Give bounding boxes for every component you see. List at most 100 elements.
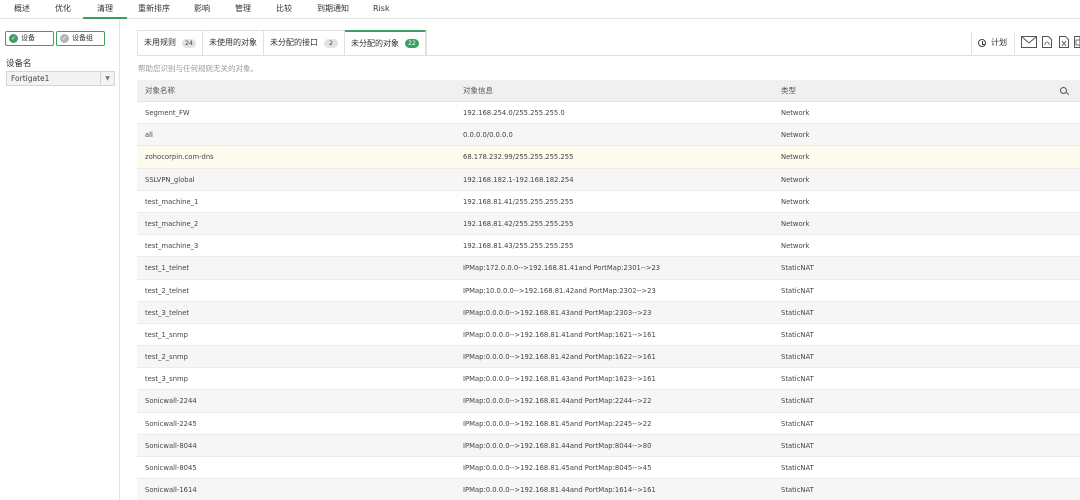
cell-object-name: Sonicwall-2245 — [145, 419, 197, 428]
cell-type: Network — [781, 175, 810, 184]
column-header-object-info[interactable]: 对象信息 — [463, 80, 493, 102]
chevron-down-icon: ▼ — [100, 72, 114, 85]
cell-type: Network — [781, 219, 810, 228]
table-row[interactable]: Sonicwall-8045 IPMap:0.0.0.0-->192.168.81… — [137, 457, 1080, 480]
cell-object-info: 68.178.232.99/255.255.255.255 — [463, 153, 574, 162]
nav-tab-cleanup[interactable]: 清理 — [83, 0, 127, 19]
cell-type: StaticNAT — [781, 419, 814, 428]
table-row[interactable]: Sonicwall-2245 IPMap:0.0.0.0-->192.168.81… — [137, 413, 1080, 435]
table-row[interactable]: test_2_snmp IPMap:0.0.0.0-->192.168.81.42… — [137, 346, 1080, 369]
table-row[interactable]: Segment_FW 192.168.254.0/255.255.255.0 Net… — [137, 102, 1080, 125]
table-row[interactable]: test_machine_3 192.168.81.43/255.255.255.… — [137, 235, 1080, 258]
nav-tab-optimize[interactable]: 优化 — [41, 0, 85, 19]
cell-object-info: IPMap:0.0.0.0-->192.168.81.45and PortMap… — [463, 419, 652, 428]
nav-tab-risk[interactable]: Risk — [359, 0, 404, 19]
tab-label: 未使用的对象 — [209, 38, 257, 47]
help-hint: 帮助您识别与任何规则无关的对象。 — [138, 64, 258, 73]
cell-type: Network — [781, 197, 810, 206]
schedule-button[interactable]: 计划 — [978, 37, 1007, 48]
cell-object-name: test_machine_3 — [145, 242, 199, 251]
cell-type: StaticNAT — [781, 308, 814, 317]
toolbar-divider — [971, 32, 972, 54]
cell-object-info: 192.168.254.0/255.255.255.0 — [463, 109, 565, 117]
cell-type: StaticNAT — [781, 330, 814, 339]
table-row[interactable]: test_machine_2 192.168.81.42/255.255.255.… — [137, 212, 1080, 236]
tab-label: 未用规则 — [144, 38, 176, 47]
cell-object-info: IPMap:0.0.0.0-->192.168.81.43and PortMap… — [463, 308, 652, 317]
table-row[interactable]: test_3_telnet IPMap:0.0.0.0-->192.168.81.… — [137, 301, 1080, 324]
table-row[interactable]: Sonicwall-1614 IPMap:0.0.0.0-->192.168.81… — [137, 479, 1080, 500]
nav-tab-overview[interactable]: 概述 — [0, 0, 44, 19]
nav-tab-manage[interactable]: 管理 — [221, 0, 265, 19]
tabs-divider — [137, 55, 1080, 56]
cell-object-name: test_3_telnet — [145, 308, 190, 317]
tab-unassigned-interfaces[interactable]: 未分配的接口 2 — [264, 31, 345, 55]
mail-icon[interactable] — [1021, 36, 1037, 48]
cell-type: StaticNAT — [781, 353, 814, 362]
cell-object-name: Sonicwall-2244 — [145, 397, 197, 406]
cell-object-name: Sonicwall-8044 — [145, 441, 197, 450]
count-badge: 2 — [324, 38, 338, 48]
cell-type: StaticNAT — [781, 375, 814, 384]
pdf-icon[interactable] — [1042, 36, 1052, 48]
cell-type: StaticNAT — [781, 464, 814, 472]
cell-object-info: IPMap:10.0.0.0-->192.168.81.42and PortMa… — [463, 286, 656, 295]
cell-object-info: IPMap:0.0.0.0-->192.168.81.45and PortMap… — [463, 464, 652, 472]
table-row[interactable]: Sonicwall-2244 IPMap:0.0.0.0-->192.168.81… — [137, 390, 1080, 413]
count-badge: 22 — [405, 39, 419, 48]
cell-object-info: IPMap:0.0.0.0-->192.168.81.44and PortMap… — [463, 397, 652, 406]
tab-label: 未分配的对象 — [351, 38, 399, 48]
cell-object-name: test_machine_2 — [145, 219, 199, 228]
device-name-label: 设备名 — [6, 59, 32, 69]
cell-type: Network — [781, 131, 810, 140]
column-header-type[interactable]: 类型 — [781, 80, 796, 102]
table-row[interactable]: all 0.0.0.0/0.0.0.0 Network — [137, 124, 1080, 147]
cell-type: StaticNAT — [781, 264, 814, 273]
table-body: Segment_FW 192.168.254.0/255.255.255.0 Net… — [137, 102, 1080, 500]
cell-object-name: all — [145, 131, 153, 140]
excel-icon[interactable] — [1059, 36, 1069, 48]
table-row[interactable]: Sonicwall-8044 IPMap:0.0.0.0-->192.168.81… — [137, 434, 1080, 457]
table-row[interactable]: test_3_snmp IPMap:0.0.0.0-->192.168.81.43… — [137, 368, 1080, 391]
cell-object-name: SSLVPN_global — [145, 175, 195, 184]
count-badge: 24 — [182, 38, 196, 48]
table-row[interactable]: zohocorpin.com-dns 68.178.232.99/255.255.… — [137, 146, 1080, 169]
csv-icon[interactable] — [1074, 36, 1080, 48]
device-pill-label: 设备 — [21, 34, 35, 42]
tab-unused-objects[interactable]: 未使用的对象 — [203, 31, 264, 55]
search-icon[interactable] — [1060, 87, 1067, 94]
table-row[interactable]: test_2_telnet IPMap:10.0.0.0-->192.168.81… — [137, 280, 1080, 302]
device-select[interactable]: Fortigate1 ▼ — [6, 71, 115, 86]
toolbar-divider — [1014, 32, 1015, 54]
cell-object-name: Segment_FW — [145, 109, 190, 117]
cell-object-name: test_3_snmp — [145, 375, 188, 384]
nav-tab-reorder[interactable]: 重新排序 — [124, 0, 184, 19]
check-icon: ✓ — [60, 34, 69, 43]
column-header-object-name[interactable]: 对象名称 — [145, 80, 175, 102]
cell-object-info: 192.168.81.43/255.255.255.255 — [463, 242, 574, 251]
cell-type: Network — [781, 153, 810, 162]
check-icon: ✓ — [9, 34, 18, 43]
cell-type: StaticNAT — [781, 397, 814, 406]
cell-type: StaticNAT — [781, 486, 814, 495]
cell-object-name: test_2_snmp — [145, 353, 188, 362]
tab-unassigned-objects[interactable]: 未分配的对象 22 — [345, 30, 426, 55]
nav-tab-compare[interactable]: 比较 — [262, 0, 306, 19]
tab-label: 未分配的接口 — [270, 38, 318, 47]
nav-tab-expiry[interactable]: 到期通知 — [303, 0, 363, 19]
cell-object-name: zohocorpin.com-dns — [145, 153, 214, 162]
device-group-pill[interactable]: ✓ 设备组 — [56, 31, 105, 46]
table-row[interactable]: test_1_telnet IPMap:172.0.0.0-->192.168.8… — [137, 257, 1080, 280]
cell-object-name: test_machine_1 — [145, 197, 199, 206]
tab-unused-rules[interactable]: 未用规则 24 — [138, 31, 203, 55]
table-row[interactable]: test_1_snmp IPMap:0.0.0.0-->192.168.81.41… — [137, 324, 1080, 347]
cell-object-info: 192.168.81.42/255.255.255.255 — [463, 219, 574, 228]
cell-object-info: 192.168.81.41/255.255.255.255 — [463, 197, 574, 206]
cell-object-name: Sonicwall-1614 — [145, 486, 197, 495]
cell-object-name: test_1_snmp — [145, 330, 188, 339]
table-row[interactable]: test_machine_1 192.168.81.41/255.255.255.… — [137, 191, 1080, 213]
nav-tab-impact[interactable]: 影响 — [180, 0, 224, 19]
device-group-pill-label: 设备组 — [72, 34, 93, 42]
table-row[interactable]: SSLVPN_global 192.168.182.1-192.168.182.2… — [137, 168, 1080, 191]
device-pill[interactable]: ✓ 设备 — [5, 31, 54, 46]
